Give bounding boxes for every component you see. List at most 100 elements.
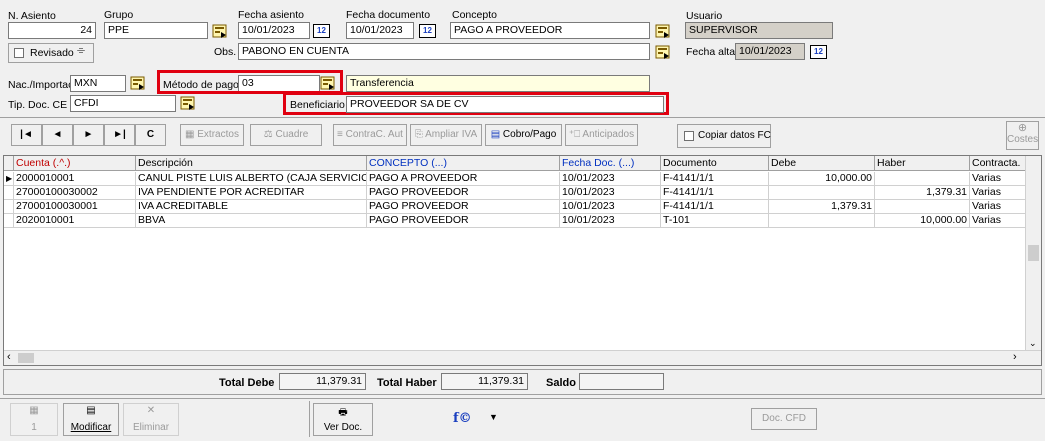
table-row[interactable]: ▶ 2000010001 CANUL PISTE LUIS ALBERTO (C… xyxy=(4,172,1034,186)
anticipados-button[interactable]: ⁺⎕ Anticipados xyxy=(565,124,638,146)
cell-documento[interactable]: F-4141/1/1 xyxy=(661,200,769,214)
cell-haber[interactable] xyxy=(875,200,970,214)
scroll-down-icon[interactable]: ⌄ xyxy=(1029,338,1037,349)
cell-documento[interactable]: F-4141/1/1 xyxy=(661,186,769,200)
cell-concepto[interactable]: PAGO PROVEEDOR xyxy=(367,200,560,214)
cuadre-button[interactable]: ⚖ Cuadre xyxy=(250,124,322,146)
ampliar-iva-button[interactable]: ⎘ Ampliar IVA xyxy=(410,124,482,146)
col-contracta[interactable]: Contracta. xyxy=(970,156,1026,171)
modificar-button[interactable]: ▤ Modificar xyxy=(63,403,119,436)
contrac-aut-button[interactable]: ≡ ContraC. Aut xyxy=(333,124,407,146)
row-indicator xyxy=(4,200,14,214)
nuevo-button[interactable]: ▦ 1 xyxy=(10,403,58,436)
fecha-asiento-field[interactable]: 10/01/2023 xyxy=(238,22,310,39)
revisado-checkbox[interactable] xyxy=(14,48,24,58)
col-cuenta[interactable]: Cuenta (.^.) xyxy=(14,156,136,171)
nac-importac-field[interactable]: MXN xyxy=(70,75,126,92)
cobro-pago-button[interactable]: ▤ Cobro/Pago xyxy=(485,124,562,146)
col-concepto[interactable]: CONCEPTO (...) xyxy=(367,156,560,171)
grupo-lookup-icon[interactable] xyxy=(212,23,228,39)
journal-grid[interactable]: Cuenta (.^.) Descripción CONCEPTO (...) … xyxy=(3,155,1042,366)
cell-cuenta[interactable]: 2020010001 xyxy=(14,214,136,228)
cell-concepto[interactable]: PAGO PROVEEDOR xyxy=(367,214,560,228)
fx-dropdown-chevron-icon[interactable]: ▼ xyxy=(489,412,498,422)
copiar-datos-fc-toggle[interactable]: Copiar datos FC xyxy=(677,124,771,148)
bottom-divider xyxy=(0,398,1045,399)
tip-doc-ce-lookup-icon[interactable] xyxy=(180,95,196,111)
table-row[interactable]: 27000100030002 IVA PENDIENTE POR ACREDIT… xyxy=(4,186,1034,200)
fecha-alta-calendar-icon[interactable]: 12 xyxy=(810,45,827,59)
total-debe-label: Total Debe xyxy=(219,377,275,389)
usuario-field: SUPERVISOR xyxy=(685,22,833,39)
cell-contracta[interactable]: Varias xyxy=(970,172,1026,186)
cell-haber[interactable]: 1,379.31 xyxy=(875,186,970,200)
fecha-asiento-calendar-icon[interactable]: 12 xyxy=(313,24,330,38)
cell-haber[interactable] xyxy=(875,172,970,186)
nac-importac-lookup-icon[interactable] xyxy=(130,75,146,91)
col-fecha-doc[interactable]: Fecha Doc. (...) xyxy=(560,156,661,171)
grid-vertical-scrollbar[interactable]: ⌄ xyxy=(1025,156,1041,352)
revisado-label: Revisado xyxy=(30,47,74,59)
cell-debe[interactable]: 10,000.00 xyxy=(769,172,875,186)
next-record-button[interactable]: ► xyxy=(73,124,104,146)
cell-cuenta[interactable]: 27000100030002 xyxy=(14,186,136,200)
doc-cfd-button[interactable]: Doc. CFD xyxy=(751,408,817,430)
cell-haber[interactable]: 10,000.00 xyxy=(875,214,970,228)
col-documento[interactable]: Documento xyxy=(661,156,769,171)
cell-descripcion[interactable]: IVA PENDIENTE POR ACREDITAR xyxy=(136,186,367,200)
extractos-button[interactable]: ▦ Extractos xyxy=(180,124,244,146)
fecha-documento-calendar-icon[interactable]: 12 xyxy=(419,24,436,38)
cell-cuenta[interactable]: 2000010001 xyxy=(14,172,136,186)
first-record-button[interactable]: |◄ xyxy=(11,124,42,146)
cell-documento[interactable]: T-101 xyxy=(661,214,769,228)
prev-record-button[interactable]: ◄ xyxy=(42,124,73,146)
usuario-label: Usuario xyxy=(686,10,723,22)
horizontal-scroll-thumb[interactable] xyxy=(18,353,34,363)
nuevo-label: 1 xyxy=(31,422,37,433)
cell-debe[interactable] xyxy=(769,214,875,228)
last-record-button[interactable]: ►| xyxy=(104,124,135,146)
table-row[interactable]: 2020010001 BBVA PAGO PROVEEDOR 10/01/202… xyxy=(4,214,1034,228)
cell-fecha[interactable]: 10/01/2023 xyxy=(560,214,661,228)
cell-contracta[interactable]: Varias xyxy=(970,200,1026,214)
obs-field[interactable]: PABONO EN CUENTA xyxy=(238,43,650,60)
fecha-documento-field[interactable]: 10/01/2023 xyxy=(346,22,414,39)
cell-contracta[interactable]: Varias xyxy=(970,214,1026,228)
eliminar-button[interactable]: ✕ Eliminar xyxy=(123,403,179,436)
concepto-field[interactable]: PAGO A PROVEEDOR xyxy=(450,22,650,39)
costes-button[interactable]: ⊕ Costes xyxy=(1006,121,1039,150)
scroll-left-icon[interactable]: ‹ xyxy=(7,351,11,363)
cell-descripcion[interactable]: BBVA xyxy=(136,214,367,228)
row-indicator xyxy=(4,214,14,228)
ver-doc-button[interactable]: 🖶 Ver Doc. xyxy=(313,403,373,436)
copiar-datos-fc-checkbox[interactable] xyxy=(684,131,694,141)
cell-fecha[interactable]: 10/01/2023 xyxy=(560,200,661,214)
cell-debe[interactable] xyxy=(769,186,875,200)
grupo-field[interactable]: PPE xyxy=(104,22,208,39)
cell-documento[interactable]: F-4141/1/1 xyxy=(661,172,769,186)
beneficiario-field[interactable]: PROVEEDOR SA DE CV xyxy=(346,96,664,113)
revisado-toggle[interactable]: Revisado ⌯ xyxy=(8,43,94,63)
cell-debe[interactable]: 1,379.31 xyxy=(769,200,875,214)
fx-button[interactable]: f© xyxy=(453,411,472,426)
cell-concepto[interactable]: PAGO PROVEEDOR xyxy=(367,186,560,200)
cell-cuenta[interactable]: 27000100030001 xyxy=(14,200,136,214)
cell-descripcion[interactable]: CANUL PISTE LUIS ALBERTO (CAJA SERVICIO) xyxy=(136,172,367,186)
grid-horizontal-scrollbar[interactable]: ‹ › xyxy=(4,350,1041,365)
cell-fecha[interactable]: 10/01/2023 xyxy=(560,186,661,200)
cell-contracta[interactable]: Varias xyxy=(970,186,1026,200)
cell-fecha[interactable]: 10/01/2023 xyxy=(560,172,661,186)
col-haber[interactable]: Haber xyxy=(875,156,970,171)
tip-doc-ce-field[interactable]: CFDI xyxy=(70,95,176,112)
table-row[interactable]: 27000100030001 IVA ACREDITABLE PAGO PROV… xyxy=(4,200,1034,214)
scroll-right-icon[interactable]: › xyxy=(1013,351,1017,363)
cell-descripcion[interactable]: IVA ACREDITABLE xyxy=(136,200,367,214)
col-descripcion[interactable]: Descripción xyxy=(136,156,367,171)
refresh-button[interactable]: C xyxy=(135,124,166,146)
cell-concepto[interactable]: PAGO A PROVEEDOR xyxy=(367,172,560,186)
col-debe[interactable]: Debe xyxy=(769,156,875,171)
n-asiento-field[interactable]: 24 xyxy=(8,22,96,39)
obs-lookup-icon[interactable] xyxy=(655,44,671,60)
vertical-scroll-thumb[interactable] xyxy=(1028,245,1039,261)
concepto-lookup-icon[interactable] xyxy=(655,23,671,39)
